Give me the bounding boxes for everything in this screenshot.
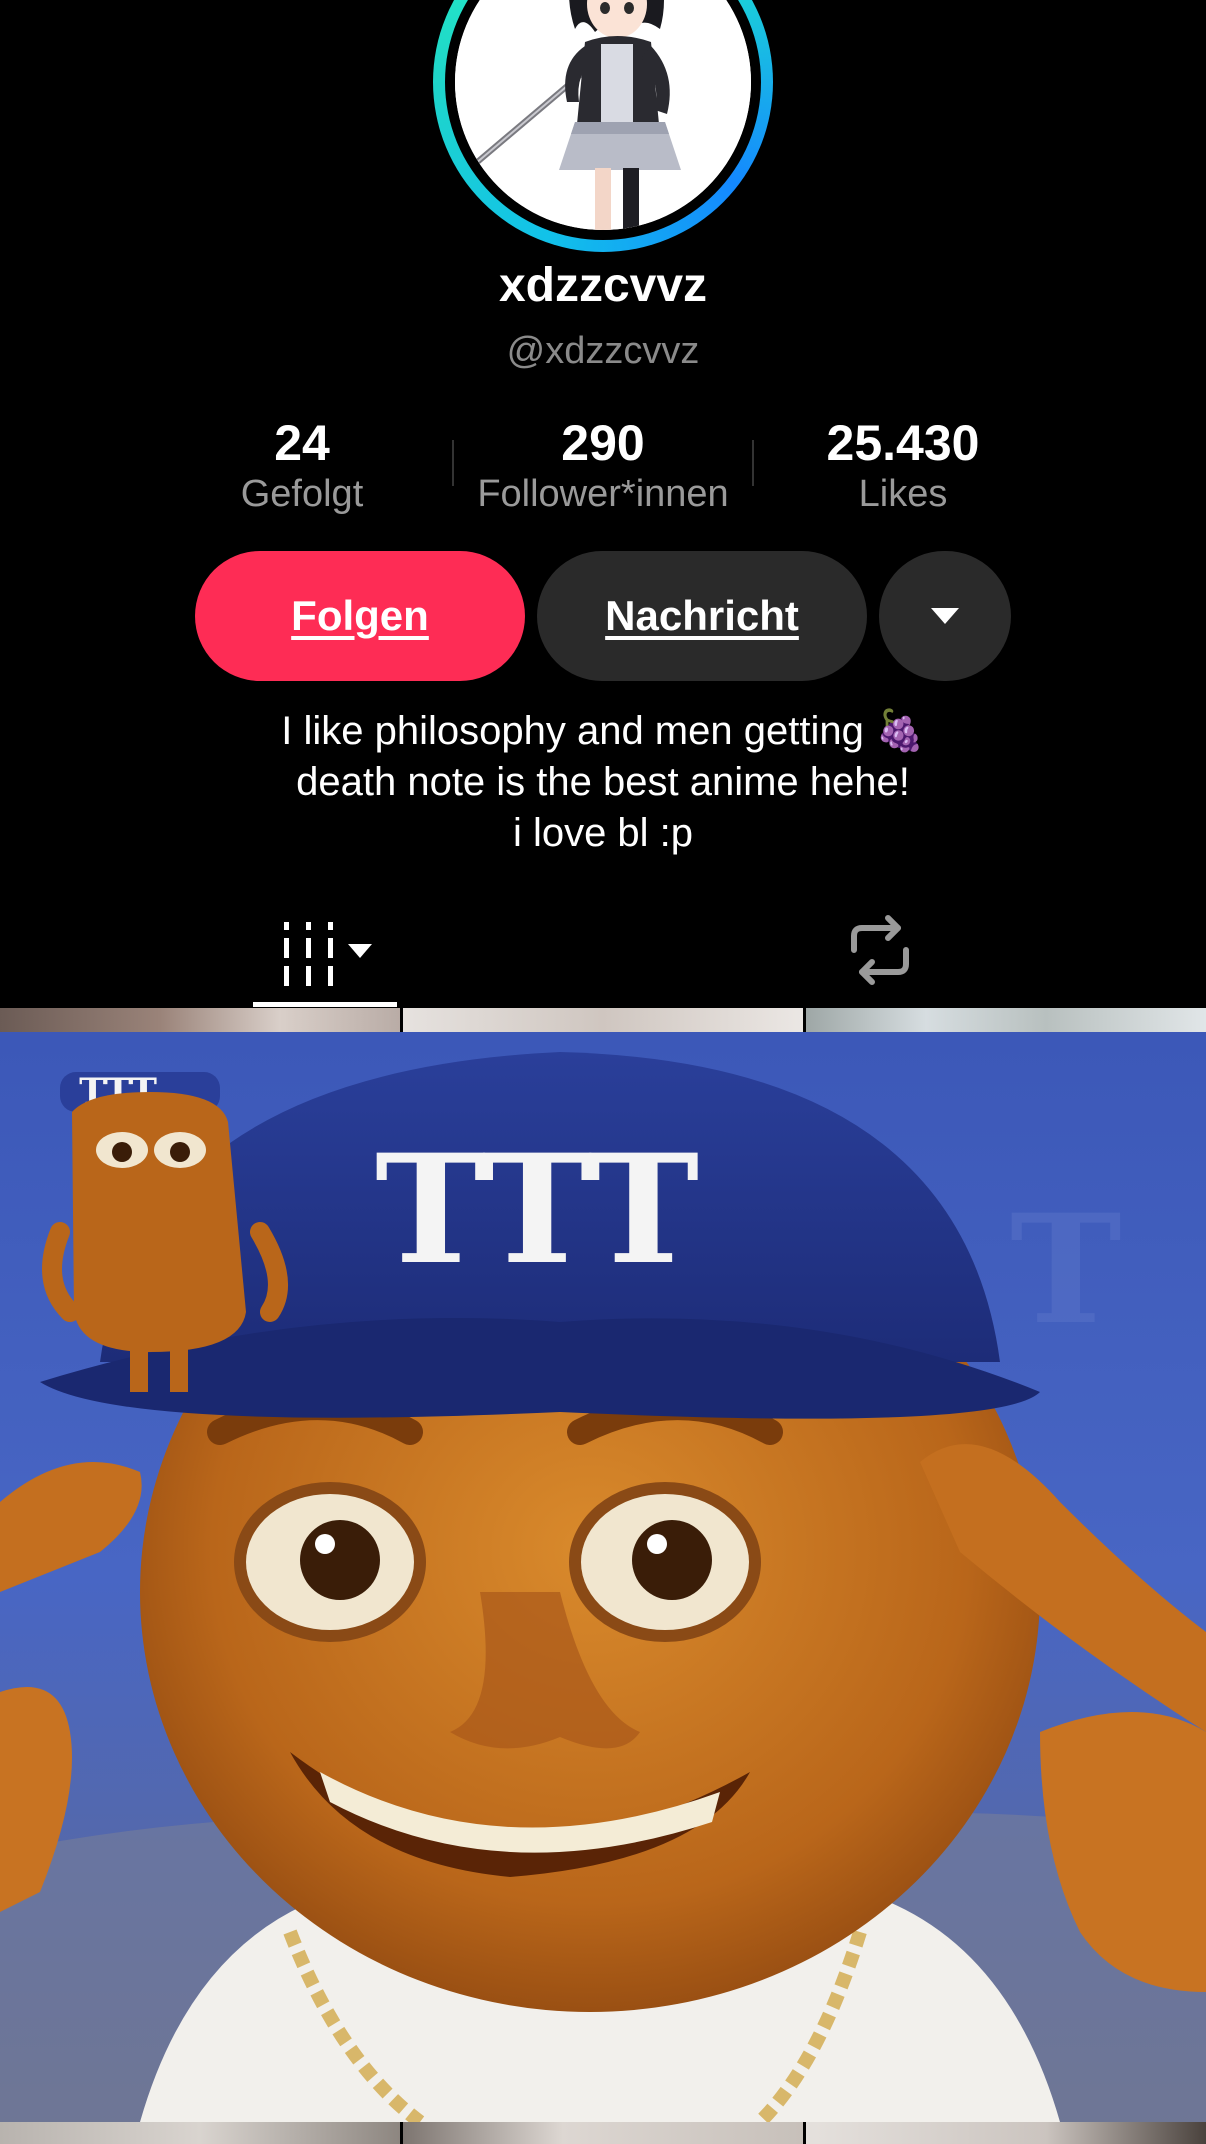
video-preview[interactable]: T TTT TTT: [0, 1032, 1206, 2122]
message-button[interactable]: Nachricht: [537, 551, 867, 681]
video-thumbnail[interactable]: [0, 2122, 400, 2144]
smiling-cartoon-man-image: T TTT TTT: [0, 1032, 1206, 2122]
likes-label: Likes: [858, 473, 948, 515]
follow-button[interactable]: Folgen: [195, 551, 525, 681]
avatar-story-ring[interactable]: [433, 0, 773, 252]
video-thumbnail[interactable]: [0, 1008, 400, 1032]
followers-label: Follower*innen: [477, 473, 729, 515]
stat-following[interactable]: 24 Gefolgt: [152, 414, 452, 516]
tab-videos[interactable]: [253, 910, 397, 1006]
stat-likes[interactable]: 25.430 Likes: [753, 414, 1053, 516]
following-count: 24: [274, 415, 330, 471]
bio-line: I like philosophy and men getting 🍇: [281, 709, 925, 753]
video-thumbnail[interactable]: [806, 2122, 1206, 2144]
followers-count: 290: [561, 415, 645, 471]
following-label: Gefolgt: [240, 473, 364, 515]
tab-reposts[interactable]: [840, 910, 920, 990]
video-thumbnail[interactable]: [403, 2122, 803, 2144]
videos-grid-icon: [284, 922, 372, 986]
display-name: xdzzcvvz: [498, 259, 708, 312]
follow-button-label: Folgen: [291, 592, 429, 639]
message-button-label: Nachricht: [605, 592, 799, 639]
bio-line: i love bl :p: [512, 811, 694, 855]
suggested-accounts-button[interactable]: [879, 551, 1011, 681]
avatar[interactable]: [445, 0, 761, 240]
svg-text:T: T: [1010, 1182, 1122, 1358]
video-thumbnail[interactable]: [403, 1008, 803, 1032]
video-thumbnail[interactable]: [806, 1008, 1206, 1032]
repost-icon: [851, 915, 909, 985]
profile-screen: xdzzcvvz @xdzzcvvz 24 Gefolgt 290 Follow…: [0, 0, 1206, 2144]
cap-logo-text: TTT: [375, 1122, 699, 1298]
likes-count: 25.430: [826, 415, 980, 471]
anime-girl-avatar-icon: [455, 0, 751, 230]
stat-followers[interactable]: 290 Follower*innen: [453, 414, 753, 516]
chevron-down-icon: [931, 608, 959, 624]
username: @xdzzcvvz: [506, 330, 700, 372]
bio-line: death note is the best anime hehe!: [296, 760, 910, 804]
bio: I like philosophy and men getting 🍇 deat…: [0, 706, 1206, 859]
tab-selected-indicator: [253, 1002, 397, 1007]
